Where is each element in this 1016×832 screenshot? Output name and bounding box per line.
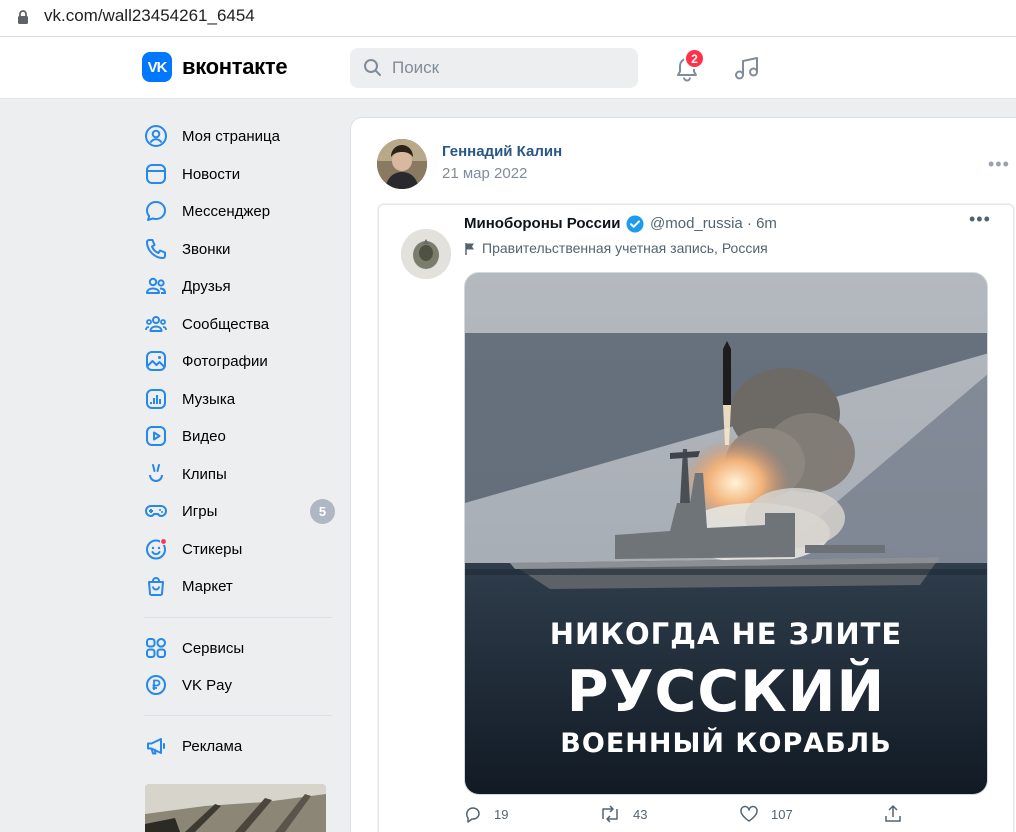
tweet-author-name: Минобороны России: [464, 215, 621, 232]
url-text[interactable]: vk.com/wall23454261_6454: [44, 6, 255, 26]
tweet-like: 107: [739, 805, 793, 823]
post-author-link[interactable]: Геннадий Калин: [442, 143, 562, 160]
search-input[interactable]: [392, 58, 612, 78]
sidebar-ad-image[interactable]: [145, 784, 326, 832]
verified-badge-icon: [626, 215, 644, 233]
sidebar-item-market[interactable]: Маркет: [142, 568, 337, 604]
sidebar-item-photos[interactable]: Фотографии: [142, 343, 337, 379]
sidebar-divider: [144, 617, 332, 618]
sidebar-item-news[interactable]: Новости: [142, 156, 337, 192]
sidebar-item-label: Музыка: [182, 390, 236, 408]
tweet-reply: 19: [464, 805, 508, 823]
tweet-handle: @mod_russia · 6m: [650, 215, 777, 232]
notifications-badge: 2: [684, 48, 705, 69]
tweet-retweet: 43: [599, 805, 647, 823]
like-count: 107: [771, 806, 793, 822]
tweet-more-icon: •••: [969, 209, 991, 229]
tweet-actions: 19 43 107: [464, 805, 944, 829]
search-icon: [364, 59, 381, 76]
music-player-icon[interactable]: [733, 53, 761, 83]
market-icon: [142, 572, 170, 600]
sidebar-item-clips[interactable]: Клипы: [142, 456, 337, 492]
sidebar-item-label: Видео: [182, 427, 226, 445]
sidebar-item-calls[interactable]: Звонки: [142, 231, 337, 267]
vk-pay-icon: [142, 671, 170, 699]
sidebar-item-label: Игры: [182, 502, 218, 520]
browser-address-bar[interactable]: vk.com/wall23454261_6454: [0, 0, 1016, 37]
share-icon: [885, 805, 901, 822]
sidebar-item-services[interactable]: Сервисы: [142, 630, 337, 666]
sidebar-item-games[interactable]: Игры 5: [142, 493, 337, 529]
sidebar-item-label: Сервисы: [182, 639, 245, 657]
poster-caption-line-2: РУССКИЙ: [566, 659, 886, 725]
sidebar-item-music[interactable]: Музыка: [142, 381, 337, 417]
poster-caption-line-3: ВОЕННЫЙ КОРАБЛЬ: [560, 728, 892, 759]
services-icon: [142, 634, 170, 662]
sidebar-item-label: VK Pay: [182, 676, 233, 694]
poster-caption-line-1: НИКОГДА НЕ ЗЛИТЕ: [549, 617, 903, 651]
clips-icon: [142, 460, 170, 488]
tweet-author-avatar: [401, 229, 451, 279]
embedded-tweet-image[interactable]: Минобороны России @mod_russia · 6m ••• П…: [378, 204, 1014, 832]
vk-logo-icon: VK: [142, 52, 172, 82]
post-date[interactable]: 21 мар 2022: [442, 165, 527, 182]
heart-icon: [740, 805, 758, 822]
photos-icon: [142, 347, 170, 375]
sidebar-item-label: Реклама: [182, 737, 243, 755]
vk-logo-text: вконтакте: [182, 54, 288, 79]
sidebar-item-label: Звонки: [182, 240, 231, 258]
tweet-government-label: Правительственная учетная запись, Россия: [464, 240, 768, 256]
author-avatar[interactable]: [377, 139, 427, 189]
sidebar-item-label: Друзья: [182, 277, 231, 295]
games-icon: [142, 497, 170, 525]
flag-icon: [465, 242, 474, 255]
vk-header: VK вконтакте 2: [0, 37, 1016, 99]
video-icon: [142, 422, 170, 450]
sidebar-item-label: Клипы: [182, 465, 227, 483]
tweet-share: [884, 805, 914, 823]
sidebar-item-communities[interactable]: Сообщества: [142, 306, 337, 342]
sidebar-item-label: Моя страница: [182, 127, 280, 145]
friends-icon: [142, 272, 170, 300]
sidebar-item-label: Новости: [182, 165, 241, 183]
sidebar-item-video[interactable]: Видео: [142, 418, 337, 454]
warship-poster-image: НИКОГДА НЕ ЗЛИТЕ РУССКИЙ ВОЕННЫЙ КОРАБЛЬ: [464, 272, 988, 795]
search-box[interactable]: [350, 48, 638, 88]
sidebar-item-label: Сообщества: [182, 315, 270, 333]
sidebar-item-label: Маркет: [182, 577, 233, 595]
communities-icon: [142, 310, 170, 338]
sidebar-item-label: Мессенджер: [182, 202, 271, 220]
reply-count: 19: [494, 806, 509, 822]
sidebar-item-label: Фотографии: [182, 352, 268, 370]
phone-icon: [142, 235, 170, 263]
music-icon: [142, 385, 170, 413]
sidebar-item-messenger[interactable]: Мессенджер: [142, 193, 337, 229]
tweet-label-text: Правительственная учетная запись, Россия: [482, 240, 768, 256]
games-count-badge: 5: [310, 498, 335, 524]
stickers-icon: [142, 535, 170, 563]
wall-post: Геннадий Калин 21 мар 2022 ••• Миноборон…: [350, 117, 1016, 832]
retweet-count: 43: [633, 806, 648, 822]
sidebar-item-friends[interactable]: Друзья: [142, 268, 337, 304]
vk-logo[interactable]: VK вконтакте: [142, 52, 288, 82]
sidebar-divider: [144, 715, 332, 716]
news-icon: [142, 160, 170, 188]
user-circle-icon: [142, 122, 170, 150]
reply-icon: [466, 807, 480, 823]
post-more-options-icon[interactable]: •••: [988, 154, 1010, 175]
sidebar-item-my-page[interactable]: Моя страница: [142, 118, 337, 154]
message-icon: [142, 197, 170, 225]
retweet-icon: [602, 805, 618, 823]
sidebar-item-vk-pay[interactable]: VK Pay: [142, 667, 337, 703]
sidebar-item-stickers[interactable]: Стикеры: [142, 531, 337, 567]
sidebar-item-ads[interactable]: Реклама: [142, 728, 337, 764]
lock-icon: [18, 10, 28, 24]
megaphone-icon: [142, 732, 170, 760]
sidebar-item-label: Стикеры: [182, 540, 243, 558]
